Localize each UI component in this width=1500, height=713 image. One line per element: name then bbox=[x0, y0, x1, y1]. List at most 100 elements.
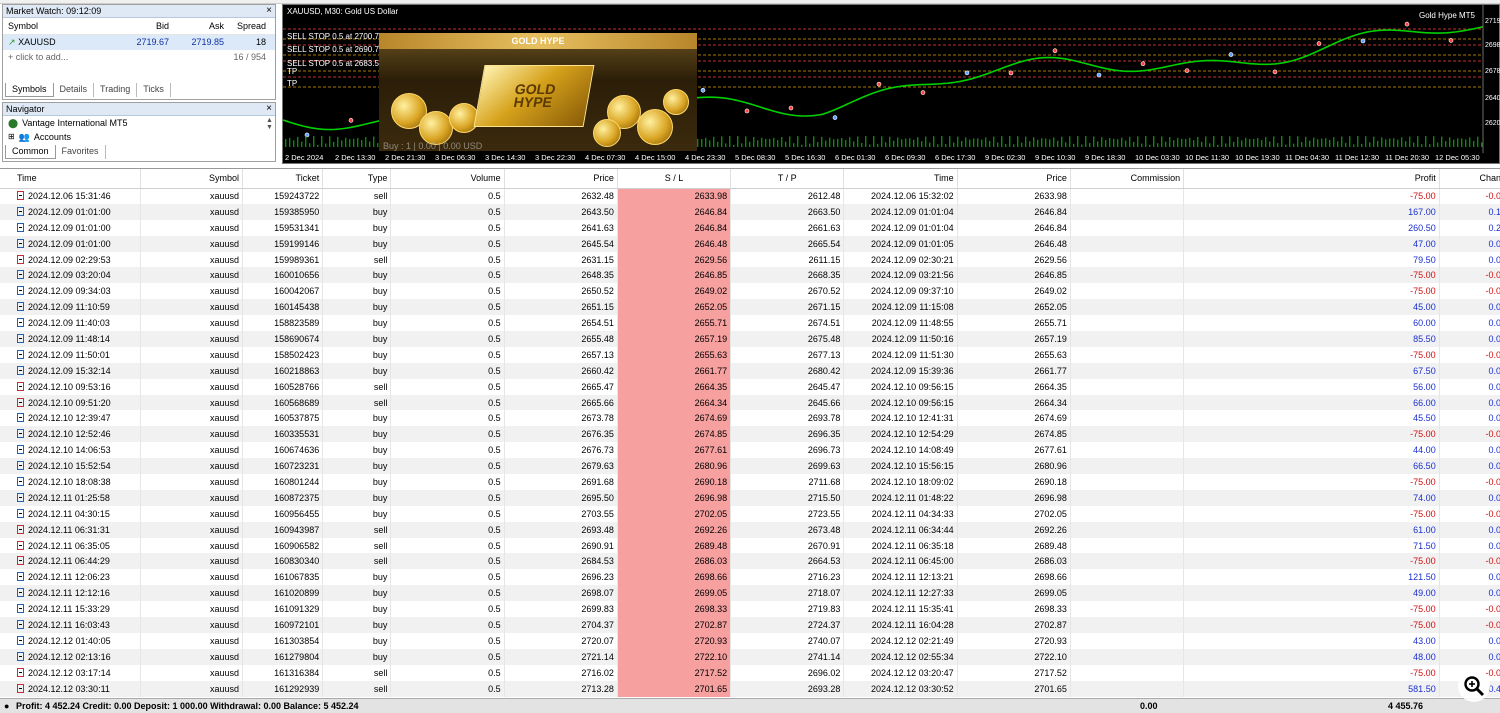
nav-item-accounts[interactable]: ⊞ 👥 Accounts bbox=[3, 130, 275, 144]
nav-item-accounts-label: Accounts bbox=[33, 132, 71, 142]
table-row[interactable]: 2024.12.09 01:01:00 xauusd 159385950 buy 0.5… bbox=[0, 203, 1500, 220]
col-header[interactable]: Type bbox=[322, 169, 392, 189]
table-row[interactable]: 2024.12.10 09:51:20 xauusd 160568689 sell 0.… bbox=[0, 394, 1500, 411]
price-chart[interactable]: 2 Dec 2024 2 Dec 13:30 2 Dec 21:30 3 Dec 06… bbox=[282, 4, 1500, 164]
col-header[interactable]: T / P bbox=[730, 169, 845, 189]
col-header[interactable]: Symbol bbox=[140, 169, 244, 189]
volume-bar bbox=[369, 141, 371, 147]
table-row[interactable]: 2024.12.10 12:52:46 xauusd 160335531 buy 0.5… bbox=[0, 426, 1500, 443]
cell-text: -75.00 bbox=[1410, 270, 1436, 281]
cell-text: 2722.10 bbox=[1034, 651, 1067, 662]
col-header[interactable]: Price bbox=[957, 169, 1071, 189]
table-row[interactable]: 2024.12.09 11:40:03 xauusd 158823589 buy 0.5… bbox=[0, 315, 1500, 332]
table-row[interactable]: 2024.12.09 11:48:14 xauusd 158690674 buy 0.5… bbox=[0, 331, 1500, 347]
volume-bar bbox=[869, 144, 871, 147]
cell-text: 2646.85 bbox=[1034, 270, 1067, 281]
cell-text: 0.5 bbox=[488, 476, 501, 487]
table-row[interactable]: 2024.12.11 04:30:15 xauusd 160956455 buy 0.5… bbox=[0, 505, 1500, 522]
cell-text: buy bbox=[372, 651, 388, 662]
table-row[interactable]: 2024.12.11 12:06:23 xauusd 161067835 buy 0.5… bbox=[0, 569, 1500, 586]
table-row[interactable]: 2024.12.09 03:20:04 xauusd 160010656 buy 0.5… bbox=[0, 267, 1500, 284]
cell-1: xauusd bbox=[140, 442, 244, 459]
nav-item-broker[interactable]: ⬤ Vantage International MT5 bbox=[3, 116, 275, 130]
volume-bar bbox=[289, 137, 291, 147]
cell-text: 0.5 bbox=[488, 524, 501, 535]
cell-text: 2686.03 bbox=[694, 556, 728, 567]
cell-11: -75.00 bbox=[1183, 664, 1440, 681]
expand-icon[interactable]: ⊞ bbox=[8, 130, 15, 144]
col-header[interactable]: Time bbox=[843, 169, 958, 189]
table-row[interactable]: 2024.12.09 15:32:14 xauusd 160218863 buy 0.5… bbox=[0, 362, 1500, 379]
col-header[interactable]: Price bbox=[504, 169, 618, 189]
table-row[interactable]: 2024.12.10 12:39:47 xauusd 160537875 buy 0.5… bbox=[0, 410, 1500, 427]
cell-text: buy bbox=[372, 318, 388, 329]
table-row[interactable]: 2024.12.09 01:01:00 xauusd 159531341 buy 0.5… bbox=[0, 219, 1500, 236]
table-row[interactable]: 2024.12.09 09:34:03 xauusd 160042067 buy 0.5… bbox=[0, 283, 1500, 300]
volume-bar bbox=[1333, 137, 1335, 147]
col-ask[interactable]: Ask bbox=[169, 18, 224, 34]
table-row[interactable]: 2024.12.09 02:29:53 xauusd 159989361 sell 0.… bbox=[0, 251, 1500, 268]
cell-text: 2696.98 bbox=[1034, 492, 1067, 503]
cell-1: xauusd bbox=[140, 458, 244, 475]
tab-symbols[interactable]: Symbols bbox=[5, 83, 54, 97]
table-row[interactable]: 2024.12.10 15:52:54 xauusd 160723231 buy 0.5… bbox=[0, 458, 1500, 475]
trade-marker bbox=[1096, 72, 1102, 78]
table-row[interactable]: 2024.12.09 11:50:01 xauusd 158502423 buy 0.5… bbox=[0, 346, 1500, 363]
col-header[interactable]: Ticket bbox=[242, 169, 324, 189]
col-header[interactable]: Profit bbox=[1183, 169, 1440, 189]
cell-2: 161279804 bbox=[242, 648, 324, 665]
col-header[interactable]: S / L bbox=[617, 169, 732, 189]
tab-details[interactable]: Details bbox=[54, 83, 95, 97]
table-row[interactable]: 2024.12.11 16:03:43 xauusd 160972101 buy 0.5… bbox=[0, 617, 1500, 633]
cell-text: 0.05 bbox=[1488, 318, 1500, 329]
cell-text: 0.5 bbox=[488, 556, 501, 567]
table-row[interactable]: 2024.12.11 01:25:58 xauusd 160872375 buy 0.5… bbox=[0, 489, 1500, 506]
table-row[interactable]: 2024.12.09 11:10:59 xauusd 160145438 buy 0.5… bbox=[0, 299, 1500, 316]
table-row[interactable]: 2024.12.10 18:08:38 xauusd 160801244 buy 0.5… bbox=[0, 474, 1500, 490]
tab-favorites[interactable]: Favorites bbox=[56, 145, 106, 159]
buy-order-icon bbox=[17, 349, 24, 359]
volume-bar bbox=[1157, 143, 1159, 147]
table-row[interactable]: 2024.12.11 15:33:29 xauusd 161091329 buy 0.5… bbox=[0, 601, 1500, 618]
cell-text: xauusd bbox=[210, 445, 240, 456]
col-spread[interactable]: Spread bbox=[224, 18, 266, 34]
tab-common[interactable]: Common bbox=[5, 145, 56, 159]
cell-8: 2024.12.12 02:21:49 bbox=[843, 632, 958, 649]
cell-0: 2024.12.12 02:13:16 bbox=[0, 648, 141, 665]
cell-6: 2655.63 bbox=[617, 346, 732, 363]
add-symbol-row[interactable]: + click to add... 16 / 954 bbox=[3, 50, 275, 65]
close-icon[interactable]: × bbox=[266, 5, 272, 17]
zoom-icon[interactable] bbox=[1458, 670, 1490, 702]
col-header[interactable]: Chang bbox=[1439, 169, 1500, 189]
col-bid[interactable]: Bid bbox=[116, 18, 169, 34]
tab-ticks[interactable]: Ticks bbox=[137, 83, 171, 97]
table-row[interactable]: 2024.12.10 09:53:16 xauusd 160528766 sell 0.… bbox=[0, 378, 1500, 395]
scrollbar[interactable]: ▲ ▼ bbox=[265, 117, 274, 131]
volume-bar bbox=[321, 136, 323, 147]
table-row[interactable]: 2024.12.12 03:30:11 xauusd 161292939 sell 0.… bbox=[0, 680, 1500, 697]
volume-bar bbox=[989, 140, 991, 147]
col-symbol[interactable]: Symbol bbox=[3, 18, 116, 34]
cell-9: 2664.34 bbox=[957, 394, 1071, 411]
cell-10 bbox=[1070, 632, 1185, 649]
table-row[interactable]: 2024.12.06 15:31:46 xauusd 159243722 sell 0.… bbox=[0, 188, 1500, 204]
col-header[interactable]: Volume bbox=[390, 169, 505, 189]
col-header[interactable]: Commission bbox=[1070, 169, 1185, 189]
cell-9: 2701.65 bbox=[957, 680, 1071, 697]
cell-text: xauusd bbox=[210, 572, 240, 583]
table-row[interactable]: 2024.12.11 12:12:16 xauusd 161020899 buy 0.5… bbox=[0, 585, 1500, 602]
cell-6: 2661.77 bbox=[617, 362, 732, 379]
table-row[interactable]: 2024.12.11 06:35:05 xauusd 160906582 sell 0.… bbox=[0, 537, 1500, 554]
table-row[interactable]: 2024.12.10 14:06:53 xauusd 160674636 buy 0.5… bbox=[0, 442, 1500, 459]
close-icon[interactable]: × bbox=[266, 103, 272, 115]
table-row[interactable]: 2024.12.12 01:40:05 xauusd 161303854 buy 0.5… bbox=[0, 632, 1500, 649]
tab-trading[interactable]: Trading bbox=[94, 83, 138, 97]
table-row[interactable]: 2024.12.11 06:44:29 xauusd 160830340 sell 0.… bbox=[0, 553, 1500, 570]
symbol-row[interactable]: ↗ XAUUSD 2719.67 2719.85 18 bbox=[3, 35, 275, 50]
volume-bar bbox=[333, 141, 335, 147]
table-row[interactable]: 2024.12.09 01:01:00 xauusd 159199146 buy 0.5… bbox=[0, 235, 1500, 252]
table-row[interactable]: 2024.12.12 02:13:16 xauusd 161279804 buy 0.5… bbox=[0, 648, 1500, 665]
col-header[interactable]: Time bbox=[0, 169, 141, 189]
table-row[interactable]: 2024.12.12 03:17:14 xauusd 161316384 sell 0.… bbox=[0, 664, 1500, 681]
table-row[interactable]: 2024.12.11 06:31:31 xauusd 160943987 sell 0.… bbox=[0, 521, 1500, 538]
